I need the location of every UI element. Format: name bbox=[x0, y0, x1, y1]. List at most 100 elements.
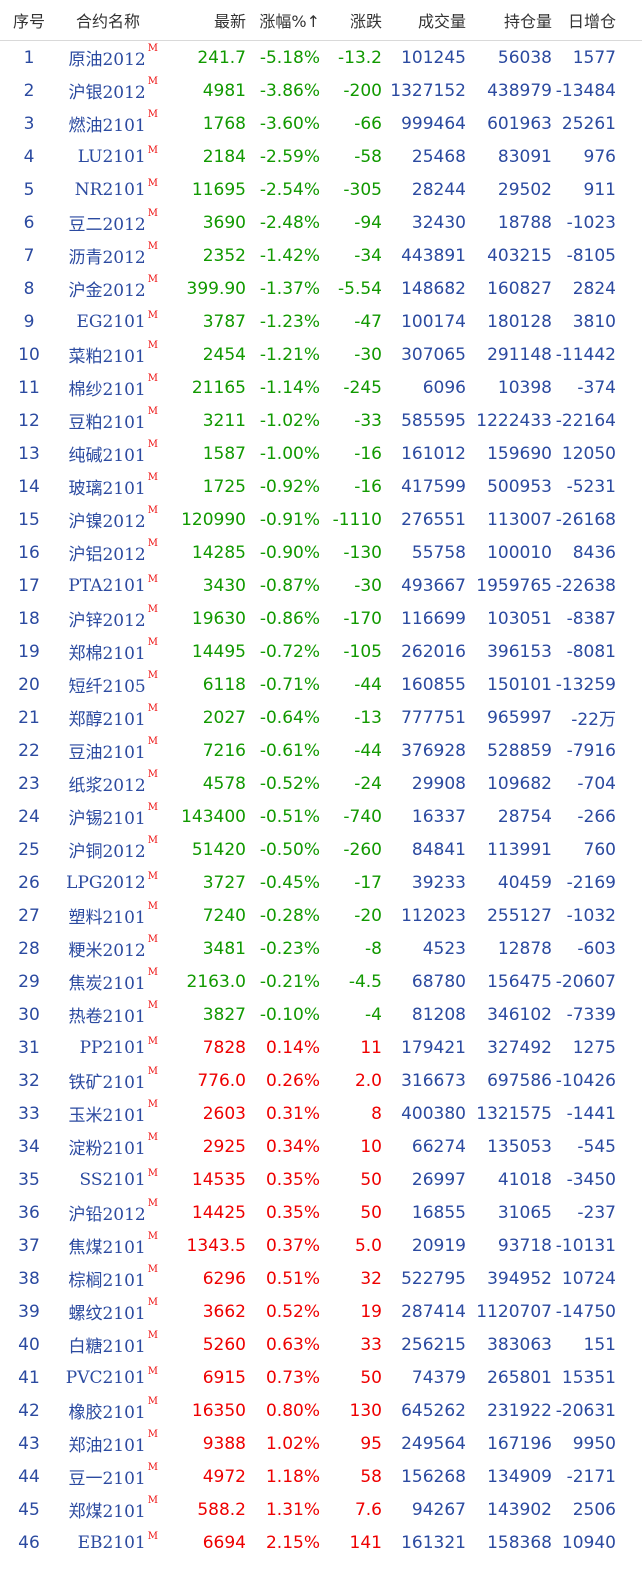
contract-name-text: 塑料2101 bbox=[68, 908, 146, 928]
table-row[interactable]: 40 白糖2101M 5260 0.63% 33 256215 383063 151 bbox=[0, 1328, 642, 1361]
table-row[interactable]: 7 沥青2012M 2352 -1.42% -34 443891 403215 -8105 bbox=[0, 239, 642, 272]
table-row[interactable]: 8 沪金2012M 399.90 -1.37% -5.54 148682 160827 282… bbox=[0, 272, 642, 305]
table-row[interactable]: 3 燃油2101M 1768 -3.60% -66 999464 601963 25261 bbox=[0, 107, 642, 140]
open-interest: 396153 bbox=[487, 641, 552, 662]
contract-name-text: 纯碱2101 bbox=[68, 446, 146, 466]
header-change-percent[interactable]: 涨幅%↑ bbox=[246, 8, 320, 32]
main-contract-marker: M bbox=[147, 604, 158, 615]
change-value: -20 bbox=[354, 905, 382, 926]
main-contract-marker: M bbox=[147, 76, 158, 87]
table-row[interactable]: 29 焦炭2101M 2163.0 -0.21% -4.5 68780 156475 -206… bbox=[0, 965, 642, 998]
contract-name: 沪金2012M bbox=[58, 274, 158, 301]
last-price: 19630 bbox=[191, 608, 246, 629]
contract-name: 纸浆2012M bbox=[58, 769, 158, 796]
table-row[interactable]: 19 郑棉2101M 14495 -0.72% -105 262016 396153 -808… bbox=[0, 635, 642, 668]
table-row[interactable]: 42 橡胶2101M 16350 0.80% 130 645262 231922 -20631 bbox=[0, 1394, 642, 1427]
table-row[interactable]: 43 郑油2101M 9388 1.02% 95 249564 167196 9950 bbox=[0, 1427, 642, 1460]
table-row[interactable]: 4 LU2101 M 2184 -2.59% -58 25468 83091 976 bbox=[0, 140, 642, 173]
last-price: 51420 bbox=[191, 839, 246, 860]
volume: 417599 bbox=[401, 476, 466, 497]
header-daily-oi-change[interactable]: 日增仓 bbox=[552, 8, 624, 32]
main-contract-marker: M bbox=[147, 573, 158, 585]
table-row[interactable]: 46 EB2101 M 6694 2.15% 141 161321 158368 10940 bbox=[0, 1526, 642, 1559]
contract-name: 焦煤2101M bbox=[58, 1231, 158, 1258]
row-index: 40 bbox=[18, 1334, 40, 1355]
table-row[interactable]: 32 铁矿2101M 776.0 0.26% 2.0 316673 697586 -10426 bbox=[0, 1064, 642, 1097]
change-percent: -0.23% bbox=[259, 938, 320, 959]
table-row[interactable]: 21 郑醇2101M 2027 -0.64% -13 777751 965997 -22万 bbox=[0, 701, 642, 734]
row-index: 5 bbox=[23, 179, 35, 200]
row-index: 9 bbox=[23, 311, 35, 332]
table-row[interactable]: 34 淀粉2101M 2925 0.34% 10 66274 135053 -545 bbox=[0, 1130, 642, 1163]
table-row[interactable]: 31 PP2101 M 7828 0.14% 11 179421 327492 1275 bbox=[0, 1031, 642, 1064]
header-index[interactable]: 序号 bbox=[0, 8, 58, 32]
row-index: 38 bbox=[18, 1268, 40, 1289]
table-row[interactable]: 26 LPG2012 M 3727 -0.45% -17 39233 40459 -2169 bbox=[0, 866, 642, 899]
table-row[interactable]: 6 豆二2012M 3690 -2.48% -94 32430 18788 -1023 bbox=[0, 206, 642, 239]
header-open-interest[interactable]: 持仓量 bbox=[466, 8, 552, 32]
table-row[interactable]: 28 粳米2012M 3481 -0.23% -8 4523 12878 -603 bbox=[0, 932, 642, 965]
table-row[interactable]: 10 菜粕2101M 2454 -1.21% -30 307065 291148 -11442 bbox=[0, 338, 642, 371]
contract-name-text: EB2101 bbox=[77, 1532, 146, 1553]
change-percent: -2.48% bbox=[259, 212, 320, 233]
contract-name: 焦炭2101M bbox=[58, 967, 158, 994]
main-contract-marker: M bbox=[147, 1429, 158, 1440]
table-row[interactable]: 22 豆油2101M 7216 -0.61% -44 376928 528859 -7916 bbox=[0, 734, 642, 767]
row-index: 27 bbox=[18, 905, 40, 926]
header-last-price[interactable]: 最新 bbox=[158, 8, 246, 32]
table-row[interactable]: 5 NR2101 M 11695 -2.54% -305 28244 29502 911 bbox=[0, 173, 642, 206]
header-volume[interactable]: 成交量 bbox=[382, 8, 466, 32]
last-price: 776.0 bbox=[197, 1070, 246, 1091]
table-row[interactable]: 18 沪锌2012M 19630 -0.86% -170 116699 103051 -838… bbox=[0, 602, 642, 635]
table-row[interactable]: 39 螺纹2101M 3662 0.52% 19 287414 1120707 -14750 bbox=[0, 1295, 642, 1328]
volume: 999464 bbox=[401, 113, 466, 134]
daily-oi-change: 911 bbox=[583, 179, 616, 200]
table-row[interactable]: 25 沪铜2012M 51420 -0.50% -260 84841 113991 760 bbox=[0, 833, 642, 866]
last-price: 3827 bbox=[202, 1004, 246, 1025]
table-row[interactable]: 35 SS2101 M 14535 0.35% 50 26997 41018 -3450 bbox=[0, 1163, 642, 1196]
daily-oi-change: -10426 bbox=[555, 1070, 616, 1091]
table-row[interactable]: 13 纯碱2101M 1587 -1.00% -16 161012 159690 12050 bbox=[0, 437, 642, 470]
table-row[interactable]: 11 棉纱2101M 21165 -1.14% -245 6096 10398 -374 bbox=[0, 371, 642, 404]
contract-name: 淀粉2101M bbox=[58, 1132, 158, 1159]
table-row[interactable]: 37 焦煤2101M 1343.5 0.37% 5.0 20919 93718 -10131 bbox=[0, 1229, 642, 1262]
table-row[interactable]: 17 PTA2101 M 3430 -0.87% -30 493667 1959765 -226… bbox=[0, 569, 642, 602]
table-row[interactable]: 45 郑煤2101M 588.2 1.31% 7.6 94267 143902 2506 bbox=[0, 1493, 642, 1526]
change-value: 7.6 bbox=[354, 1499, 382, 1520]
table-row[interactable]: 15 沪镍2012M 120990 -0.91% -1110 276551 113007 -2… bbox=[0, 503, 642, 536]
daily-oi-change: -22万 bbox=[571, 710, 616, 730]
volume: 1327152 bbox=[390, 80, 466, 101]
header-contract-name[interactable]: 合约名称 bbox=[58, 8, 158, 32]
change-value: -44 bbox=[354, 740, 382, 761]
table-row[interactable]: 24 沪锡2101M 143400 -0.51% -740 16337 28754 -266 bbox=[0, 800, 642, 833]
table-row[interactable]: 9 EG2101 M 3787 -1.23% -47 100174 180128 3810 bbox=[0, 305, 642, 338]
table-row[interactable]: 23 纸浆2012M 4578 -0.52% -24 29908 109682 -704 bbox=[0, 767, 642, 800]
row-index: 41 bbox=[18, 1367, 40, 1388]
volume: 81208 bbox=[411, 1004, 466, 1025]
main-contract-marker: M bbox=[147, 1297, 158, 1308]
table-row[interactable]: 36 沪铅2012M 14425 0.35% 50 16855 31065 -237 bbox=[0, 1196, 642, 1229]
table-row[interactable]: 27 塑料2101M 7240 -0.28% -20 112023 255127 -1032 bbox=[0, 899, 642, 932]
daily-oi-change: -5231 bbox=[566, 476, 616, 497]
change-percent: 0.34% bbox=[265, 1136, 320, 1157]
table-row[interactable]: 33 玉米2101M 2603 0.31% 8 400380 1321575 -1441 bbox=[0, 1097, 642, 1130]
header-change[interactable]: 涨跌 bbox=[320, 8, 382, 32]
main-contract-marker: M bbox=[147, 835, 158, 846]
change-percent: -1.21% bbox=[259, 344, 320, 365]
change-percent: 2.15% bbox=[265, 1532, 320, 1553]
row-index: 7 bbox=[23, 245, 35, 266]
table-row[interactable]: 44 豆一2101M 4972 1.18% 58 156268 134909 -2171 bbox=[0, 1460, 642, 1493]
table-row[interactable]: 2 沪银2012M 4981 -3.86% -200 1327152 438979 -1348… bbox=[0, 74, 642, 107]
table-row[interactable]: 38 棕榈2101M 6296 0.51% 32 522795 394952 10724 bbox=[0, 1262, 642, 1295]
table-row[interactable]: 12 豆粕2101M 3211 -1.02% -33 585595 1222433 -2216… bbox=[0, 404, 642, 437]
table-row[interactable]: 30 热卷2101M 3827 -0.10% -4 81208 346102 -7339 bbox=[0, 998, 642, 1031]
open-interest: 135053 bbox=[487, 1136, 552, 1157]
change-value: -4.5 bbox=[348, 971, 382, 992]
table-row[interactable]: 1 原油2012M 241.7 -5.18% -13.2 101245 56038 1577 bbox=[0, 41, 642, 74]
table-row[interactable]: 14 玻璃2101M 1725 -0.92% -16 417599 500953 -5231 bbox=[0, 470, 642, 503]
daily-oi-change: 151 bbox=[583, 1334, 616, 1355]
table-row[interactable]: 41 PVC2101 M 6915 0.73% 50 74379 265801 15351 bbox=[0, 1361, 642, 1394]
table-row[interactable]: 16 沪铝2012M 14285 -0.90% -130 55758 100010 8436 bbox=[0, 536, 642, 569]
table-row[interactable]: 20 短纤2105M 6118 -0.71% -44 160855 150101 -13259 bbox=[0, 668, 642, 701]
change-percent: 1.18% bbox=[265, 1466, 320, 1487]
